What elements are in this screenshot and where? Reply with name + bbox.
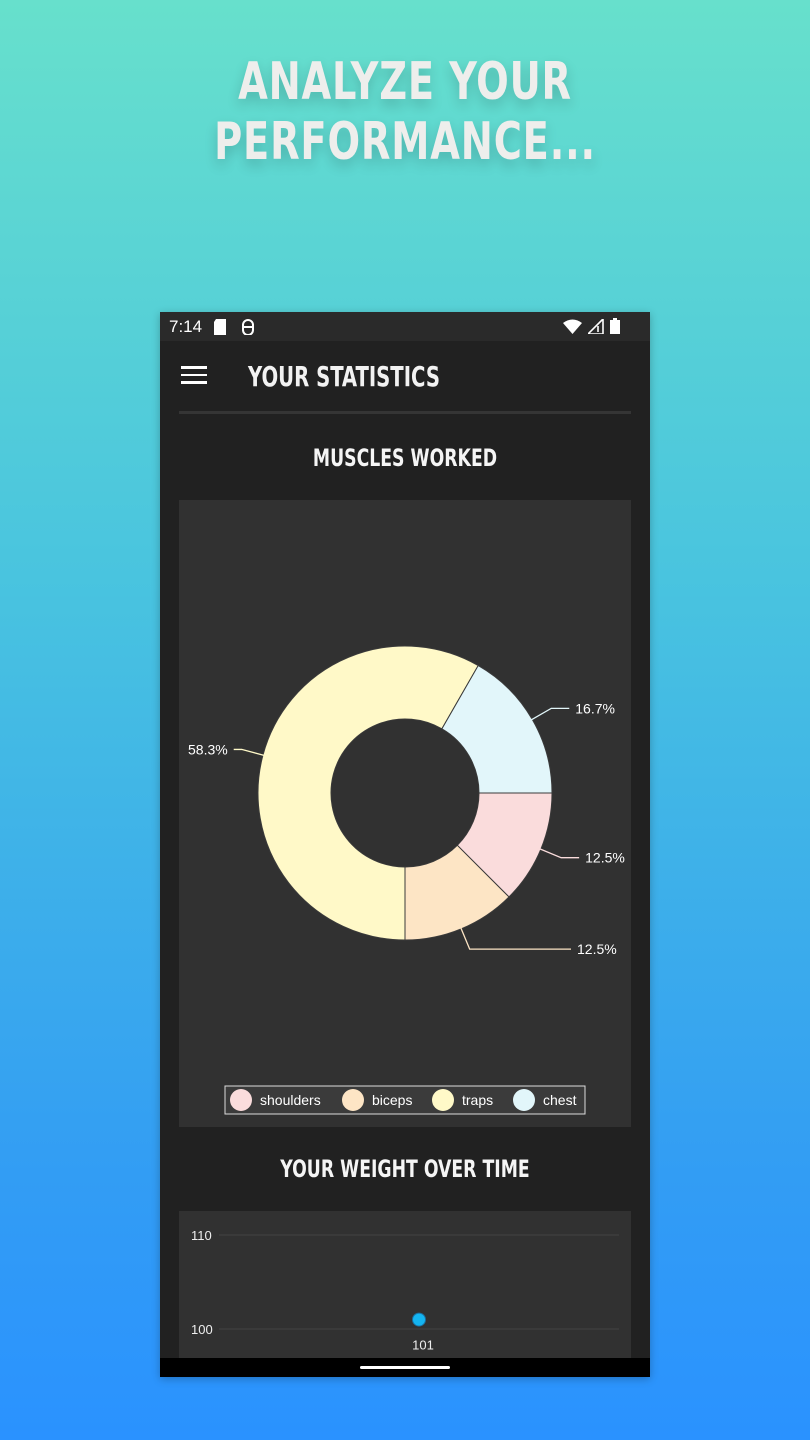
divider [179, 411, 631, 414]
sd-card-icon [213, 319, 227, 340]
home-gesture-handle[interactable] [360, 1366, 450, 1369]
navigation-bar [160, 1358, 650, 1377]
legend-label-chest[interactable]: chest [543, 1092, 577, 1108]
legend-label-shoulders[interactable]: shoulders [260, 1092, 321, 1108]
headline: ANALYZE YOUR PERFORMANCE... [214, 52, 596, 172]
status-bar: 7:14 [160, 312, 650, 341]
hamburger-menu-icon[interactable] [181, 366, 207, 386]
battery-icon [610, 318, 620, 339]
muscles-chart-card: 12.5% 12.5% 58.3% 16.7% shoulders biceps trap… [179, 500, 631, 1127]
weight-data-label: 101 [412, 1338, 434, 1353]
muscles-worked-title: MUSCLES WORKED [312, 444, 498, 472]
wifi-icon [563, 319, 582, 339]
donut-leader-line-traps [233, 748, 266, 757]
donut-leader-line-chest [530, 707, 570, 721]
donut-label-biceps: 12.5% [577, 941, 617, 957]
weight-chart: 110 100 101 [191, 1228, 619, 1353]
weight-over-time-title: YOUR WEIGHT OVER TIME [280, 1155, 530, 1183]
legend-swatch-chest [513, 1089, 535, 1111]
legend-label-traps[interactable]: traps [462, 1092, 493, 1108]
phone-screen: 7:14 YOUR STATISTICS MUSCLES WORKED 12.5 [160, 312, 650, 1377]
donut-label-traps: 58.3% [188, 741, 228, 757]
app-bar: YOUR STATISTICS [160, 341, 650, 411]
legend-label-biceps[interactable]: biceps [372, 1092, 412, 1108]
donut-label-chest: 16.7% [575, 700, 615, 716]
weight-chart-card: 110 100 101 [179, 1211, 631, 1358]
donut-leader-line-biceps [459, 926, 571, 950]
muscles-donut-chart: 12.5% 12.5% 58.3% 16.7% shoulders biceps trap… [188, 645, 625, 1115]
status-time: 7:14 [169, 317, 203, 336]
legend-swatch-biceps [342, 1089, 364, 1111]
donut-leader-line-shoulders [538, 847, 580, 859]
cell-signal-icon [586, 316, 604, 339]
android-debug-icon [240, 319, 256, 340]
donut-hole [331, 719, 479, 867]
legend-swatch-shoulders [230, 1089, 252, 1111]
y-tick-label: 100 [191, 1322, 213, 1337]
donut-label-shoulders: 12.5% [585, 850, 625, 866]
legend-swatch-traps [432, 1089, 454, 1111]
page-title: YOUR STATISTICS [248, 360, 440, 393]
y-tick-label: 110 [191, 1228, 212, 1243]
weight-data-point[interactable] [412, 1312, 426, 1327]
